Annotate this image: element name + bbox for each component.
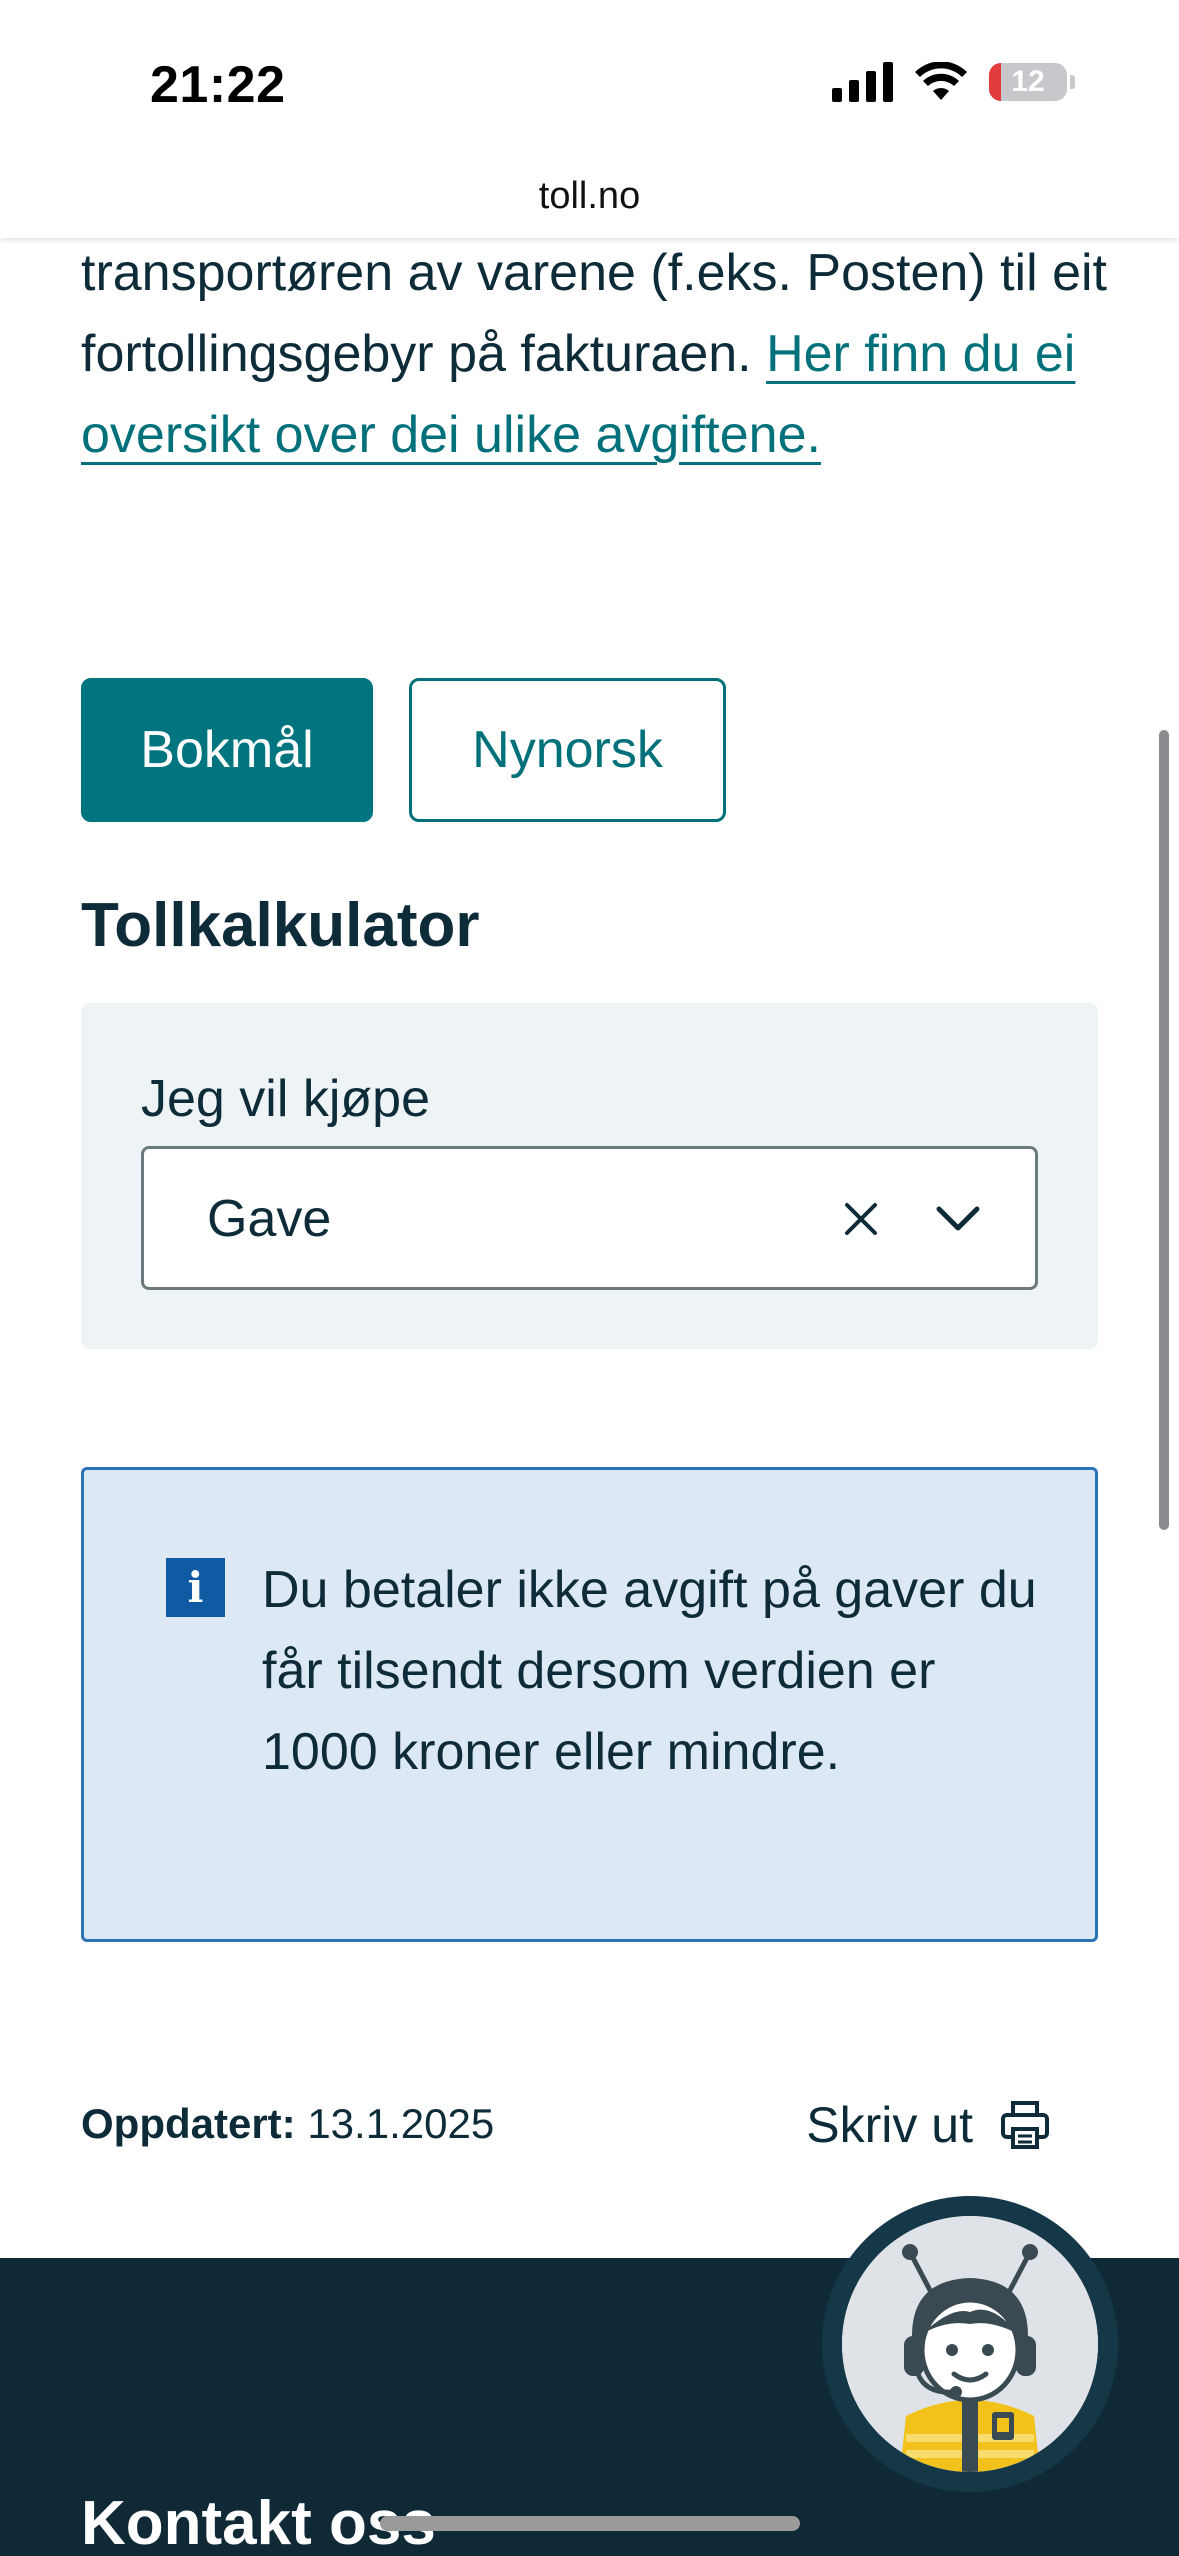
scrollbar[interactable] — [1159, 730, 1169, 1530]
bokmal-button[interactable]: Bokmål — [81, 678, 373, 822]
calculator-title: Tollkalkulator — [81, 891, 480, 960]
screen: 21:22 12 toll.no transportøren av varene… — [0, 0, 1179, 2556]
browser-top-bar: 21:22 12 toll.no — [0, 0, 1179, 238]
wifi-icon — [915, 62, 967, 100]
page-meta: Oppdatert: 13.1.2025 Skriv ut — [81, 2090, 1051, 2160]
status-icons: 12 — [832, 62, 1075, 102]
calculator-box: Jeg vil kjøpe Gave — [81, 1003, 1098, 1349]
language-switcher: Bokmål Nynorsk — [81, 678, 726, 822]
chevron-down-icon[interactable] — [933, 1199, 983, 1239]
info-icon: i — [166, 1558, 225, 1617]
intro-paragraph: transportøren av varene (f.eks. Posten) … — [81, 233, 1111, 476]
info-text: Du betaler ikke avgift på gaver du får t… — [262, 1561, 1037, 1781]
cellular-signal-icon — [832, 62, 893, 102]
printer-icon — [1001, 2101, 1049, 2149]
url-bar[interactable]: toll.no — [0, 175, 1179, 218]
purchase-type-label: Jeg vil kjøpe — [141, 1070, 430, 1128]
nynorsk-button[interactable]: Nynorsk — [409, 678, 726, 822]
print-label: Skriv ut — [806, 2097, 973, 2153]
print-button[interactable]: Skriv ut — [806, 2096, 1051, 2154]
selected-value: Gave — [207, 1190, 332, 1248]
battery-level: 12 — [1011, 65, 1045, 98]
updated-value: 13.1.2025 — [307, 2100, 495, 2147]
chatbot-button[interactable] — [822, 2196, 1118, 2492]
purchase-type-select[interactable]: Gave — [141, 1146, 1038, 1290]
battery-icon: 12 — [989, 63, 1075, 101]
status-time: 21:22 — [150, 56, 286, 114]
chatbot-avatar-icon — [842, 2216, 1098, 2472]
clear-icon[interactable] — [839, 1197, 883, 1241]
updated-date: Oppdatert: 13.1.2025 — [81, 2100, 494, 2148]
home-indicator[interactable] — [380, 2516, 800, 2531]
info-alert: i Du betaler ikke avgift på gaver du får… — [81, 1467, 1098, 1942]
updated-label: Oppdatert: — [81, 2100, 296, 2147]
